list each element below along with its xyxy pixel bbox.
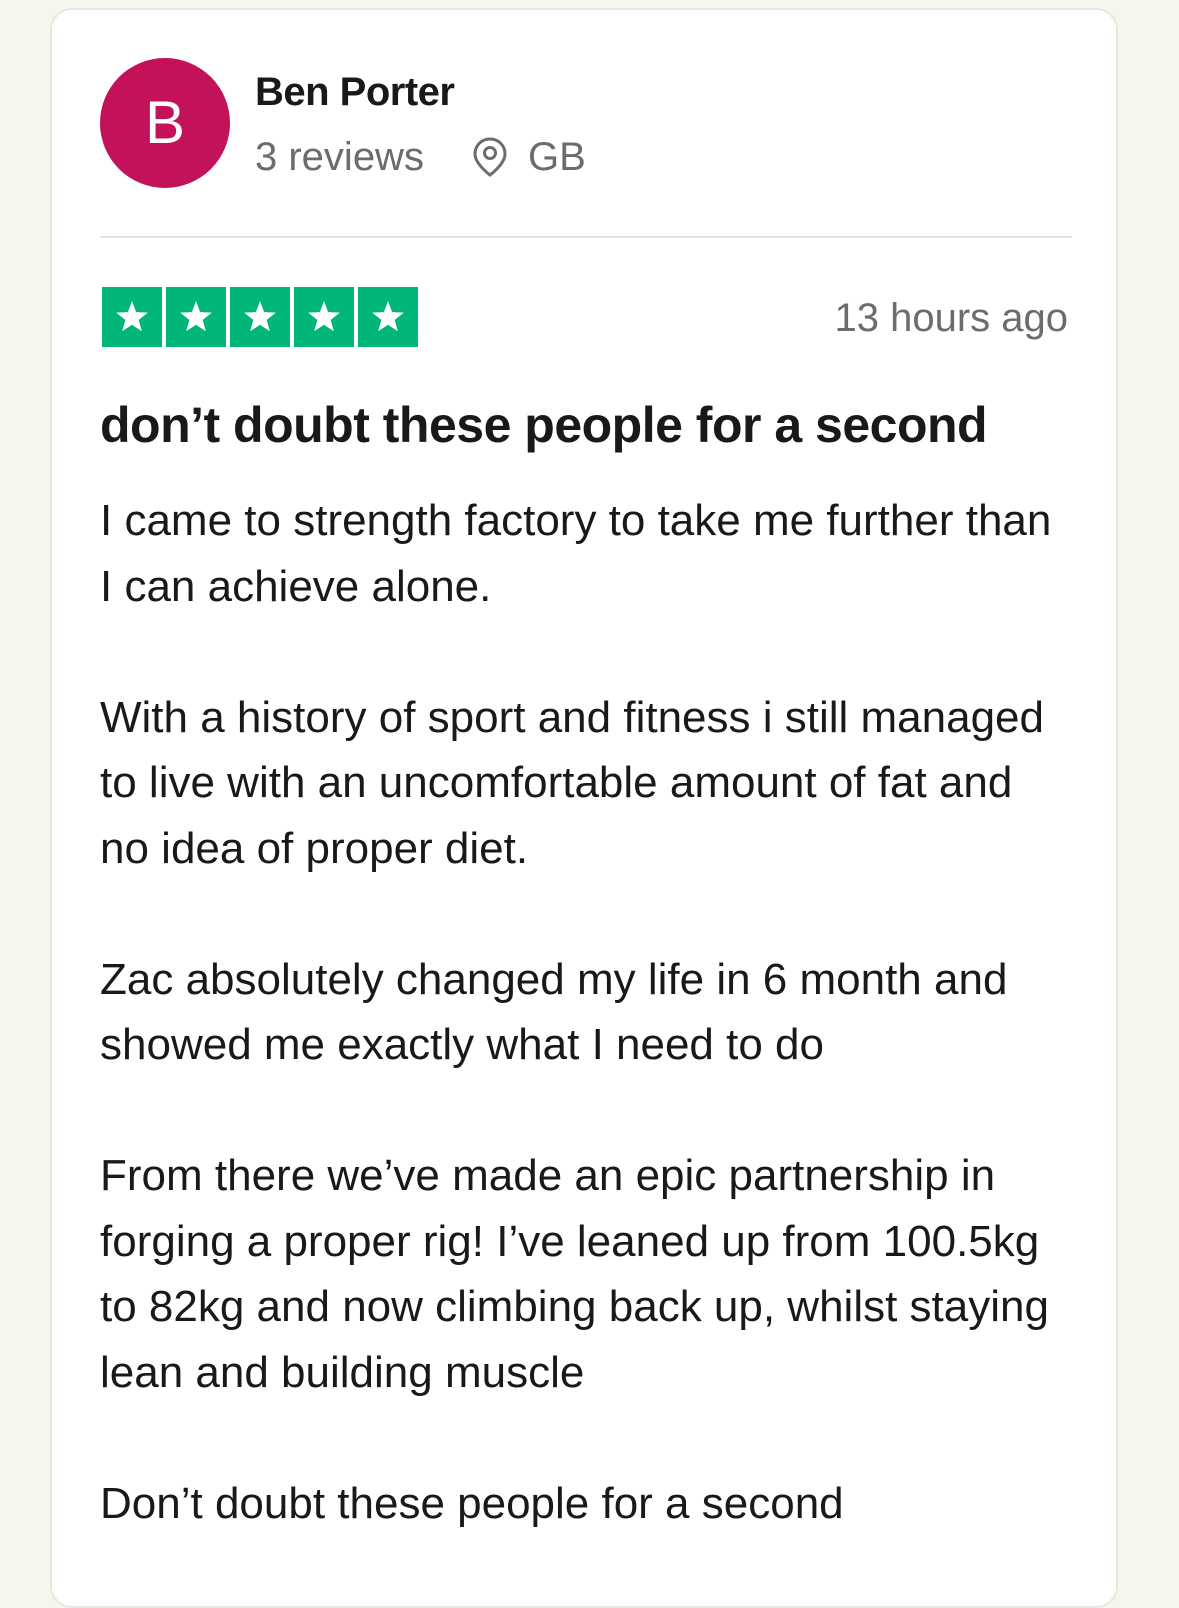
star-icon — [358, 287, 418, 347]
reviewer-location: GB — [527, 134, 586, 179]
review-time: 13 hours ago — [834, 296, 1068, 340]
reviewer-name[interactable]: Ben Porter — [255, 70, 455, 115]
avatar[interactable]: B — [100, 58, 230, 188]
star-icon — [102, 287, 162, 347]
review-paragraph: Don’t doubt these people for a second — [100, 1478, 844, 1528]
reviews-count: 3 reviews — [255, 134, 424, 179]
star-icon — [294, 287, 354, 347]
star-rating — [102, 287, 418, 347]
review-paragraph: From there we’ve made an epic partnershi… — [100, 1151, 1049, 1397]
star-icon — [230, 287, 290, 347]
review-paragraph: Zac absolutely changed my life in 6 mont… — [100, 954, 1008, 1070]
review-paragraph: I came to strength factory to take me fu… — [100, 496, 1052, 611]
star-icon — [166, 287, 226, 347]
reviewer-header: B Ben Porter 3 reviews GB — [100, 58, 1070, 190]
review-title[interactable]: don’t doubt these people for a second — [100, 396, 988, 454]
location-pin-icon — [472, 137, 508, 177]
reviewer-meta: 3 reviews GB — [255, 134, 586, 180]
review-body: I came to strength factory to take me fu… — [100, 488, 1070, 1602]
divider — [100, 236, 1072, 238]
review-card: B Ben Porter 3 reviews GB 13 hours ago d… — [50, 8, 1118, 1608]
review-paragraph: With a history of sport and fitness i st… — [100, 692, 1044, 873]
